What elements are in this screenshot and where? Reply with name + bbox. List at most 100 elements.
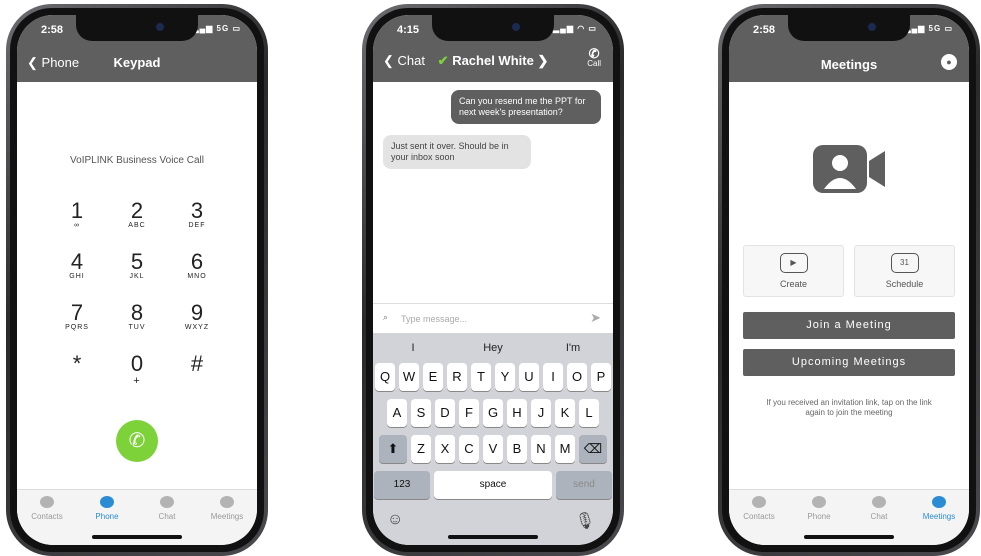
call-button[interactable]: ✆ [116, 420, 158, 462]
send-icon[interactable]: ➤ [590, 310, 601, 326]
key[interactable]: M [555, 435, 575, 463]
voicemail-icon: ∞ [74, 222, 80, 229]
contacts-icon [752, 496, 766, 508]
user-profile-icon[interactable]: ● [941, 54, 957, 70]
key-row-2: ASDFGHJKL [373, 399, 613, 427]
key[interactable]: E [423, 363, 443, 391]
suggestion[interactable]: I'm [533, 342, 613, 354]
meetings-icon [932, 496, 946, 508]
key-letters: WXYZ [184, 324, 210, 331]
message-input[interactable]: Type message... [401, 314, 467, 324]
key-2[interactable]: 2 ABC [107, 200, 167, 231]
backspace-icon[interactable]: ⌫ [579, 435, 607, 463]
key-digit: 7 [70, 300, 84, 325]
key-row-4: 123 space send [373, 471, 613, 499]
numbers-key[interactable]: 123 [374, 471, 430, 499]
join-meeting-button[interactable]: Join a Meeting [743, 312, 955, 339]
tab-meetings[interactable]: Meetings [197, 490, 257, 545]
key-letters: DEF [188, 222, 206, 229]
key-star[interactable]: * [47, 353, 107, 384]
key-8[interactable]: 8 TUV [107, 302, 167, 333]
paperclip-icon[interactable]: ⌕ [383, 312, 388, 323]
key[interactable]: L [579, 399, 599, 427]
upcoming-meetings-button[interactable]: Upcoming Meetings [743, 349, 955, 376]
key[interactable]: F [459, 399, 479, 427]
message-incoming: Just sent it over. Should be in your inb… [383, 135, 531, 169]
key-hash[interactable]: # [167, 353, 227, 384]
key[interactable]: N [531, 435, 551, 463]
key[interactable]: I [543, 363, 563, 391]
key-digit: 5 [130, 249, 144, 274]
key-digit: 1 [70, 198, 84, 223]
key[interactable]: H [507, 399, 527, 427]
key-letters: TUV [128, 324, 146, 331]
suggestion[interactable]: I [373, 342, 453, 354]
tab-label: Contacts [31, 512, 63, 521]
key[interactable]: A [387, 399, 407, 427]
key[interactable]: P [591, 363, 611, 391]
home-indicator [804, 535, 894, 539]
keyboard-footer: ☺ 🎙︎ [387, 511, 595, 531]
phone-keypad: 2:58 ▂▄▆ 5G ▭ ❮ Phone Keypad VoIPLINK Bus… [6, 4, 268, 556]
home-indicator [448, 535, 538, 539]
key-letters: MNO [187, 273, 207, 280]
tab-label: Meetings [922, 512, 956, 521]
meetings-icon [220, 496, 234, 508]
shift-icon[interactable]: ⬆ [379, 435, 407, 463]
key-0[interactable]: 0 + [107, 353, 167, 388]
schedule-button[interactable]: 31 Schedule [854, 245, 955, 297]
key-letters: JKL [129, 273, 145, 280]
key[interactable]: Y [495, 363, 515, 391]
tab-label: Chat [870, 512, 888, 521]
key-7[interactable]: 7 PQRS [47, 302, 107, 333]
key[interactable]: G [483, 399, 503, 427]
tab-contacts[interactable]: Contacts [729, 490, 789, 545]
emoji-icon[interactable]: ☺ [387, 511, 403, 528]
tab-label: Contacts [743, 512, 775, 521]
video-icon: ▶ [779, 253, 808, 273]
key-6[interactable]: 6 MNO [167, 251, 227, 282]
key[interactable]: K [555, 399, 575, 427]
key-letters [167, 375, 227, 384]
key-digit: 8 [130, 300, 144, 325]
create-button[interactable]: ▶ Create [743, 245, 844, 297]
tab-contacts[interactable]: Contacts [17, 490, 77, 545]
space-key[interactable]: space [434, 471, 552, 499]
key[interactable]: R [447, 363, 467, 391]
contact-title[interactable]: ✔ Rachel White ❯ [373, 53, 613, 69]
microphone-icon[interactable]: 🎙︎ [575, 511, 595, 531]
tab-meetings[interactable]: Meetings [909, 490, 969, 545]
suggestion[interactable]: Hey [453, 342, 533, 354]
call-button[interactable]: ✆ Call [587, 47, 601, 69]
key[interactable]: U [519, 363, 539, 391]
key[interactable]: C [459, 435, 479, 463]
signal-icon: ▂▄▆ 5G ▭ [904, 24, 953, 33]
key-1[interactable]: 1 ∞ [47, 200, 107, 231]
key-4[interactable]: 4 GHI [47, 251, 107, 282]
key[interactable]: V [483, 435, 503, 463]
signal-icon: ▂▄▆ 5G ▭ [192, 24, 241, 33]
phone-icon [100, 496, 114, 508]
key-row-1: QWERTYUIOP [373, 363, 613, 391]
key-3[interactable]: 3 DEF [167, 200, 227, 231]
key[interactable]: Q [375, 363, 395, 391]
send-key[interactable]: send [556, 471, 612, 499]
key[interactable]: S [411, 399, 431, 427]
key[interactable]: W [399, 363, 419, 391]
key[interactable]: T [471, 363, 491, 391]
action-tiles: ▶ Create 31 Schedule [743, 245, 955, 297]
key-5[interactable]: 5 JKL [107, 251, 167, 282]
tab-label: Phone [807, 512, 831, 521]
key-row-3: ⬆ ZXCVBNM ⌫ [373, 435, 613, 463]
key-letters: ABC [128, 222, 146, 229]
key[interactable]: B [507, 435, 527, 463]
key-9[interactable]: 9 WXYZ [167, 302, 227, 333]
keyboard: I Hey I'm QWERTYUIOP ASDFGHJKL ⬆ ZXCVBNM… [373, 333, 613, 545]
key[interactable]: D [435, 399, 455, 427]
phone-meetings: 2:58 ▂▄▆ 5G ▭ Meetings ● ▶ Create 31 Schedu… [718, 4, 980, 556]
tab-label: Chat [158, 512, 176, 521]
key[interactable]: J [531, 399, 551, 427]
key[interactable]: O [567, 363, 587, 391]
key[interactable]: X [435, 435, 455, 463]
key[interactable]: Z [411, 435, 431, 463]
